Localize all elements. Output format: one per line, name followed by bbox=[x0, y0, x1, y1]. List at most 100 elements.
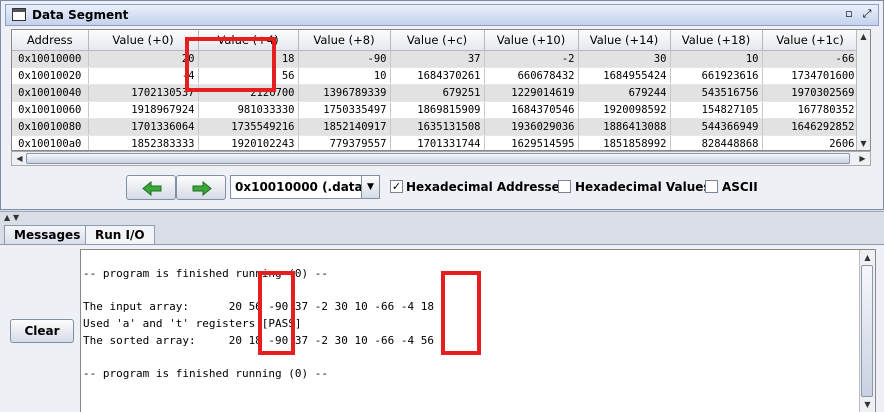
messages-tabs: Messages Run I/O bbox=[0, 225, 884, 246]
previous-button[interactable] bbox=[126, 175, 176, 200]
scroll-left-icon[interactable]: ◀ bbox=[13, 152, 26, 165]
value-cell[interactable]: 1851858992 bbox=[578, 135, 671, 150]
value-cell[interactable]: 1920102243 bbox=[198, 135, 299, 150]
value-cell[interactable]: 1396789339 bbox=[298, 84, 391, 102]
scroll-up-icon[interactable]: ▲ bbox=[861, 251, 874, 264]
value-cell[interactable]: 1701331744 bbox=[390, 135, 485, 150]
restore-icon[interactable]: ▫ bbox=[842, 7, 856, 21]
address-cell: 0x10010000 bbox=[12, 50, 89, 68]
value-cell[interactable]: 1229014619 bbox=[484, 84, 579, 102]
value-cell[interactable]: 1684370546 bbox=[484, 101, 579, 119]
value-cell[interactable]: 1886413088 bbox=[578, 118, 671, 136]
scroll-down-icon[interactable]: ▼ bbox=[857, 137, 870, 150]
address-cell: 0x10010020 bbox=[12, 67, 89, 85]
value-cell[interactable]: 661923616 bbox=[670, 67, 763, 85]
table-row: 0x10010020 -4 56 10 1684370261 660678432 16849… bbox=[12, 67, 859, 85]
column-header[interactable]: Value (+c) bbox=[390, 30, 485, 51]
value-cell[interactable]: 1852383333 bbox=[88, 135, 199, 150]
value-cell[interactable]: 1936029036 bbox=[484, 118, 579, 136]
value-cell[interactable]: 679251 bbox=[390, 84, 485, 102]
value-cell[interactable]: 1970302569 bbox=[762, 84, 859, 102]
value-cell[interactable]: 167780352 bbox=[762, 101, 859, 119]
value-cell[interactable]: 1684955424 bbox=[578, 67, 671, 85]
value-cell[interactable]: 154827105 bbox=[670, 101, 763, 119]
value-cell[interactable]: 660678432 bbox=[484, 67, 579, 85]
value-cell[interactable]: -4 bbox=[88, 67, 199, 85]
segment-selector[interactable]: 0x10010000 (.data) ▼ bbox=[230, 175, 380, 199]
window-icon bbox=[12, 8, 26, 21]
table-vertical-scrollbar[interactable]: ▲ ▼ bbox=[856, 30, 870, 150]
data-segment-titlebar[interactable]: Data Segment ▫ ⤢ bbox=[5, 4, 879, 26]
table-row: 0x10010000 20 18 -90 37 -2 30 10 -66 bbox=[12, 50, 859, 68]
value-cell[interactable]: 1734701600 bbox=[762, 67, 859, 85]
value-cell[interactable]: 10 bbox=[670, 50, 763, 68]
value-cell[interactable]: 679244 bbox=[578, 84, 671, 102]
console-line: -- program is finished running (0) -- bbox=[83, 367, 329, 380]
value-cell[interactable]: 10 bbox=[298, 67, 391, 85]
messages-panel: Clear -- program is finished running (0)… bbox=[0, 244, 884, 412]
ascii-checkbox[interactable] bbox=[705, 180, 718, 193]
table-row: 0x100100a0 1852383333 1920102243 779379557 1… bbox=[12, 135, 859, 150]
value-cell[interactable]: -90 bbox=[298, 50, 391, 68]
value-cell[interactable]: 1750335497 bbox=[298, 101, 391, 119]
tab-run-io[interactable]: Run I/O bbox=[85, 225, 155, 246]
next-button[interactable] bbox=[176, 175, 226, 200]
value-cell[interactable]: 1852140917 bbox=[298, 118, 391, 136]
value-cell[interactable]: 1684370261 bbox=[390, 67, 485, 85]
value-cell[interactable]: 1920098592 bbox=[578, 101, 671, 119]
clear-button[interactable]: Clear bbox=[10, 319, 74, 343]
value-cell[interactable]: 981033330 bbox=[198, 101, 299, 119]
console-vertical-scrollbar[interactable]: ▲ ▼ bbox=[859, 250, 875, 412]
tab-messages[interactable]: Messages bbox=[4, 225, 91, 245]
value-cell[interactable]: 828448868 bbox=[670, 135, 763, 150]
value-cell[interactable]: 1735549216 bbox=[198, 118, 299, 136]
value-cell[interactable]: 1646292852 bbox=[762, 118, 859, 136]
column-header[interactable]: Value (+8) bbox=[298, 30, 391, 51]
scroll-up-icon[interactable]: ▲ bbox=[857, 30, 870, 43]
value-cell[interactable]: 1635131508 bbox=[390, 118, 485, 136]
table-horizontal-scrollbar[interactable]: ◀ ▶ bbox=[11, 151, 871, 166]
address-cell: 0x10010040 bbox=[12, 84, 89, 102]
value-cell[interactable]: 1629514595 bbox=[484, 135, 579, 150]
value-cell[interactable]: 20 bbox=[88, 50, 199, 68]
address-cell: 0x10010060 bbox=[12, 101, 89, 119]
hex-addresses-label: Hexadecimal Addresses bbox=[406, 180, 567, 194]
value-cell[interactable]: 1702130537 bbox=[88, 84, 199, 102]
highlight-box bbox=[258, 271, 295, 355]
value-cell[interactable]: 1918967924 bbox=[88, 101, 199, 119]
ascii-label: ASCII bbox=[722, 180, 758, 194]
horizontal-scroll-thumb[interactable] bbox=[26, 153, 850, 164]
data-segment-window: Data Segment ▫ ⤢ Address Value (+0) Value … bbox=[0, 0, 884, 210]
highlight-box bbox=[441, 271, 481, 355]
hex-addresses-checkbox[interactable]: ✓ bbox=[390, 180, 403, 193]
column-header[interactable]: Value (+14) bbox=[578, 30, 671, 51]
value-cell[interactable]: 779379557 bbox=[298, 135, 391, 150]
memory-table: Address Value (+0) Value (+4) Value (+8) Val… bbox=[11, 29, 871, 151]
column-header[interactable]: Address bbox=[12, 30, 89, 51]
scroll-down-icon[interactable]: ▼ bbox=[861, 398, 874, 411]
green-left-arrow-icon bbox=[142, 181, 162, 196]
value-cell[interactable]: 543516756 bbox=[670, 84, 763, 102]
table-row: 0x10010060 1918967924 981033330 1750335497 1… bbox=[12, 101, 859, 119]
chevron-down-icon[interactable]: ▼ bbox=[361, 176, 379, 198]
column-header[interactable]: Value (+10) bbox=[484, 30, 579, 51]
value-cell[interactable]: 30 bbox=[578, 50, 671, 68]
value-cell[interactable]: 1701336064 bbox=[88, 118, 199, 136]
value-cell[interactable]: 37 bbox=[390, 50, 485, 68]
value-cell[interactable]: -66 bbox=[762, 50, 859, 68]
split-pane-divider[interactable]: ▲ ▼ bbox=[0, 211, 884, 225]
collapse-up-icon[interactable]: ▲ bbox=[4, 213, 10, 222]
collapse-down-icon[interactable]: ▼ bbox=[13, 213, 19, 222]
table-row: 0x10010040 1702130537 2126700 1396789339 679… bbox=[12, 84, 859, 102]
vertical-scroll-thumb[interactable] bbox=[861, 265, 873, 397]
value-cell[interactable]: 1869815909 bbox=[390, 101, 485, 119]
value-cell[interactable]: 2606 bbox=[762, 135, 859, 150]
column-header[interactable]: Value (+18) bbox=[670, 30, 763, 51]
column-header[interactable]: Value (+1c) bbox=[762, 30, 859, 51]
hex-values-checkbox[interactable] bbox=[558, 180, 571, 193]
column-header[interactable]: Value (+0) bbox=[88, 30, 199, 51]
maximize-icon[interactable]: ⤢ bbox=[860, 7, 874, 21]
value-cell[interactable]: -2 bbox=[484, 50, 579, 68]
scroll-right-icon[interactable]: ▶ bbox=[856, 152, 869, 165]
value-cell[interactable]: 544366949 bbox=[670, 118, 763, 136]
